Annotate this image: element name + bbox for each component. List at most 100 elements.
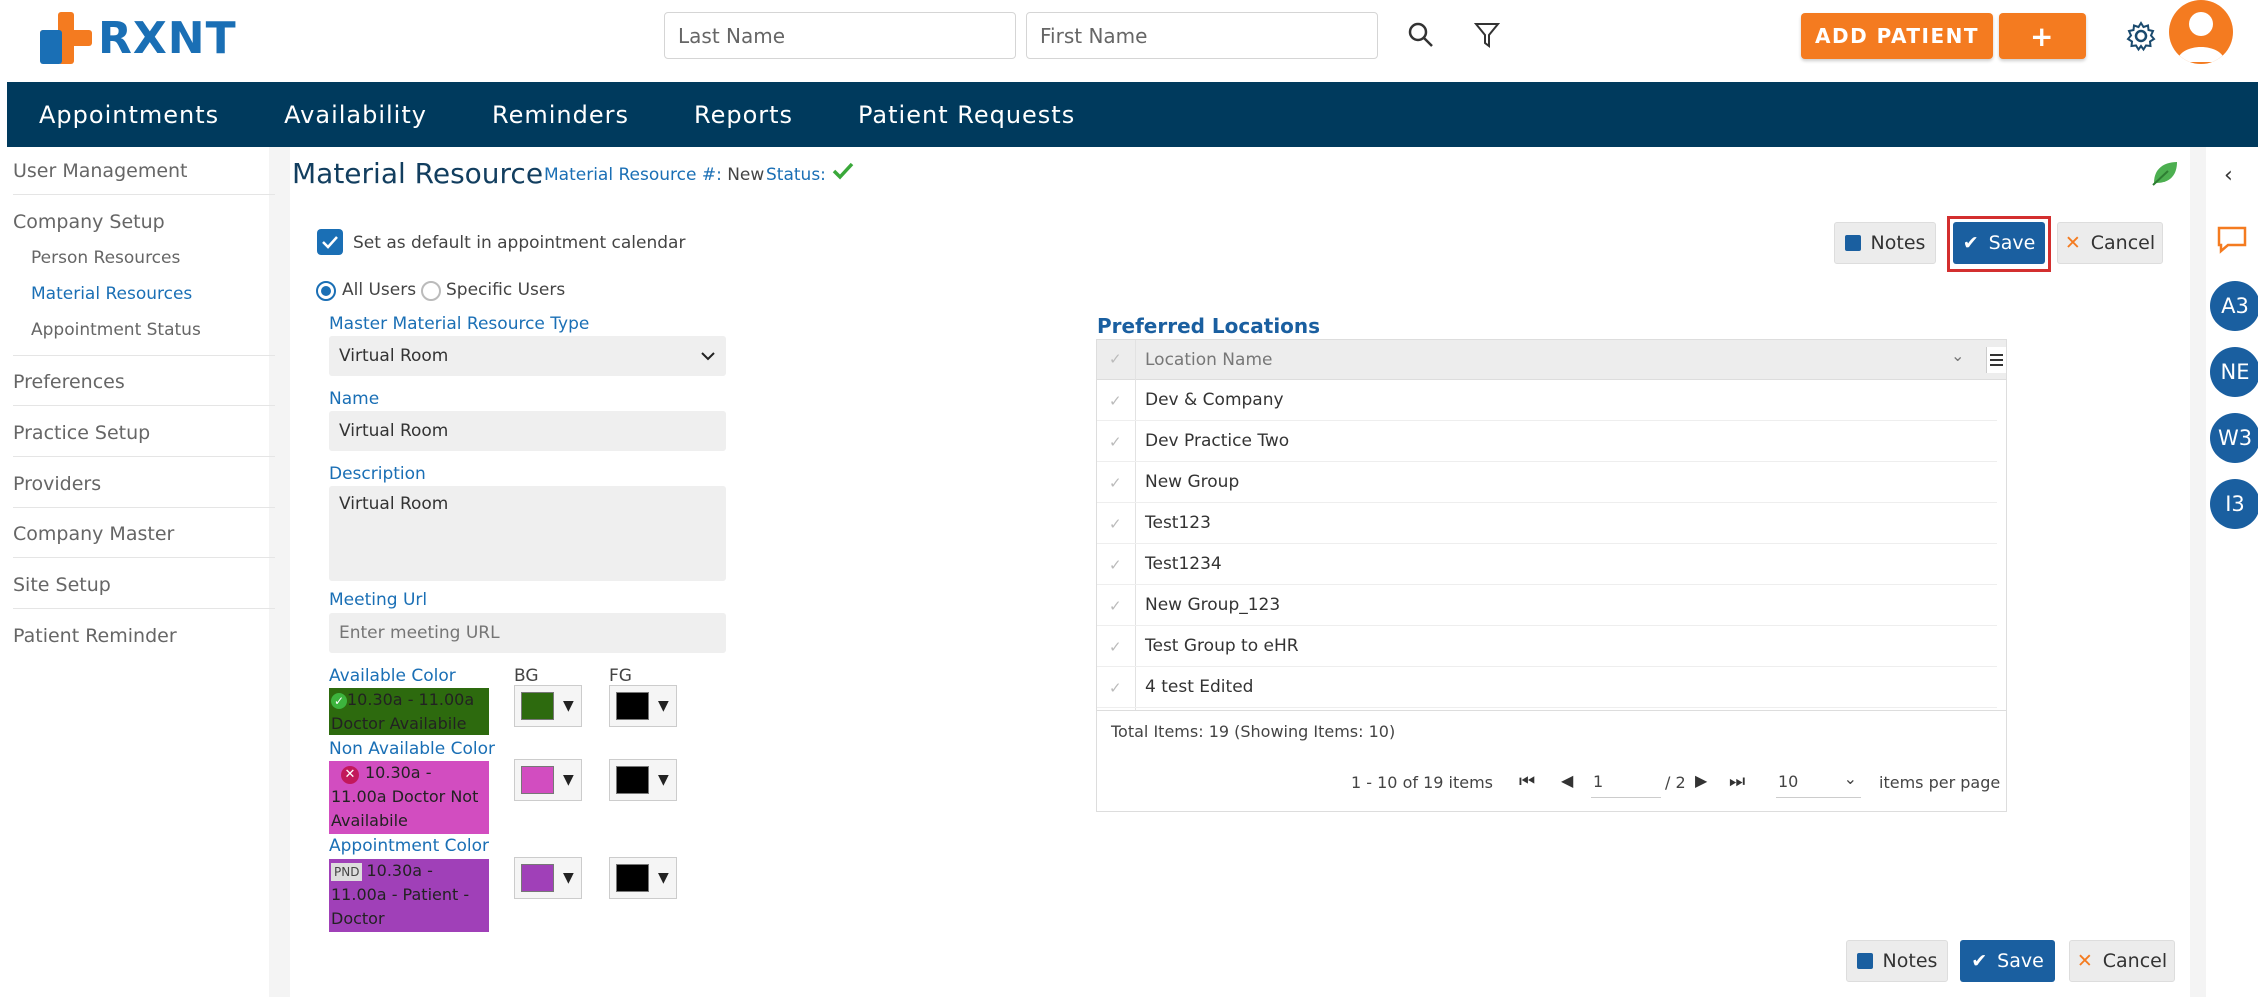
location-row[interactable]: ✓ Dev Practice Two xyxy=(1097,421,1997,462)
nav-reminders[interactable]: Reminders xyxy=(492,101,629,129)
available-color-preview: ✓ 10.30a - 11.00a Doctor Availabile xyxy=(329,688,489,735)
preferred-locations-title: Preferred Locations xyxy=(1097,314,1321,338)
rxnt-logo[interactable]: RXNT xyxy=(40,8,237,68)
chevron-down-icon: ⌄ xyxy=(1843,769,1857,788)
column-location-name[interactable]: Location Name xyxy=(1145,350,1272,370)
add-patient-button[interactable]: ADD PATIENT xyxy=(1801,13,1993,59)
quick-badge-ne[interactable]: NE xyxy=(2210,347,2258,397)
location-row[interactable]: ✓ Test123 xyxy=(1097,503,1997,544)
type-select[interactable]: Virtual Room xyxy=(329,336,726,376)
right-rail: ‹ A3 NE W3 I3 xyxy=(2206,147,2258,997)
description-label: Description xyxy=(329,464,426,484)
location-row[interactable]: ✓ New Group_123 xyxy=(1097,585,1997,626)
notes-button-bottom[interactable]: Notes xyxy=(1846,940,1948,982)
search-icon[interactable] xyxy=(1404,18,1438,52)
next-page-icon[interactable]: ▶ xyxy=(1695,771,1707,790)
top-header: RXNT ADD PATIENT + xyxy=(0,0,2258,82)
appointment-bg-picker[interactable]: ▼ xyxy=(514,857,582,899)
name-input[interactable]: Virtual Room xyxy=(329,411,726,451)
page-input[interactable]: 1 xyxy=(1591,764,1661,798)
sidebar-preferences[interactable]: Preferences xyxy=(13,371,125,393)
user-avatar-icon[interactable] xyxy=(2169,0,2233,64)
logo-text: RXNT xyxy=(98,12,237,64)
location-row[interactable]: ✓ 4 test Edited xyxy=(1097,667,1997,708)
sidebar-company-master[interactable]: Company Master xyxy=(13,523,174,545)
check-icon: ✔ xyxy=(1962,232,1979,254)
sidebar-practice-setup[interactable]: Practice Setup xyxy=(13,422,150,444)
leaf-icon xyxy=(2150,159,2180,191)
check-icon: ✔ xyxy=(1971,950,1988,972)
notes-button-top[interactable]: Notes xyxy=(1834,222,1936,264)
nav-reports[interactable]: Reports xyxy=(694,101,793,129)
available-bg-picker[interactable]: ▼ xyxy=(514,685,582,727)
specific-users-radio[interactable] xyxy=(421,281,441,301)
save-button-top[interactable]: ✔ Save xyxy=(1953,222,2045,264)
sidebar-providers[interactable]: Providers xyxy=(13,473,101,495)
close-icon: ✕ xyxy=(2064,232,2081,254)
cancel-button-top[interactable]: ✕ Cancel xyxy=(2057,222,2163,264)
column-menu-icon[interactable] xyxy=(1986,347,2006,373)
sidebar-material-resources[interactable]: Material Resources xyxy=(31,284,192,304)
close-icon: ✕ xyxy=(2076,950,2093,972)
last-name-input[interactable] xyxy=(664,12,1016,59)
row-check-icon[interactable]: ✓ xyxy=(1109,515,1122,533)
last-page-icon[interactable]: ⏭ xyxy=(1729,771,1745,792)
available-color-label: Available Color xyxy=(329,666,456,686)
select-all-check-icon[interactable]: ✓ xyxy=(1109,350,1122,368)
appointment-fg-picker[interactable]: ▼ xyxy=(609,857,677,899)
nav-availability[interactable]: Availability xyxy=(284,101,427,129)
gear-icon[interactable] xyxy=(2122,17,2160,55)
row-check-icon[interactable]: ✓ xyxy=(1109,556,1122,574)
non-available-color-label: Non Available Color xyxy=(329,739,496,759)
row-check-icon[interactable]: ✓ xyxy=(1109,638,1122,656)
filter-icon[interactable] xyxy=(1470,18,1504,52)
row-check-icon[interactable]: ✓ xyxy=(1109,392,1122,410)
resource-number: Material Resource #: New xyxy=(544,165,765,185)
location-row[interactable]: ✓ Dev & Company xyxy=(1097,380,1997,421)
sidebar-person-resources[interactable]: Person Resources xyxy=(31,248,180,268)
per-page-select[interactable]: 10 ⌄ xyxy=(1776,764,1861,798)
description-textarea[interactable]: Virtual Room xyxy=(329,486,726,581)
row-check-icon[interactable]: ✓ xyxy=(1109,474,1122,492)
quick-badge-a3[interactable]: A3 xyxy=(2210,281,2258,331)
prev-page-icon[interactable]: ◀ xyxy=(1561,771,1573,790)
location-row[interactable]: ✓ Test Group to eHR xyxy=(1097,626,1997,667)
sidebar-appointment-status[interactable]: Appointment Status xyxy=(31,320,201,340)
column-sort-chevron-icon[interactable]: ⌄ xyxy=(1951,346,1964,365)
items-range-text: 1 - 10 of 19 items xyxy=(1351,773,1494,792)
nav-patient-requests[interactable]: Patient Requests xyxy=(858,101,1075,129)
note-icon xyxy=(1856,953,1873,969)
default-calendar-checkbox[interactable] xyxy=(317,229,343,255)
meeting-url-input[interactable] xyxy=(329,613,726,653)
chat-icon[interactable] xyxy=(2216,225,2248,259)
sidebar-patient-reminder[interactable]: Patient Reminder xyxy=(13,625,177,647)
sidebar-user-management[interactable]: User Management xyxy=(13,160,188,182)
nav-appointments[interactable]: Appointments xyxy=(39,101,219,129)
all-users-radio[interactable] xyxy=(316,281,336,301)
cancel-button-bottom[interactable]: ✕ Cancel xyxy=(2069,940,2175,982)
row-check-icon[interactable]: ✓ xyxy=(1109,679,1122,697)
available-fg-picker[interactable]: ▼ xyxy=(609,685,677,727)
quick-badge-w3[interactable]: W3 xyxy=(2210,413,2258,463)
sidebar-site-setup[interactable]: Site Setup xyxy=(13,574,111,596)
dropdown-arrow-icon: ▼ xyxy=(658,698,669,714)
status-label: Status: xyxy=(766,165,826,185)
quick-badge-i3[interactable]: I3 xyxy=(2210,479,2258,529)
non-available-bg-picker[interactable]: ▼ xyxy=(514,759,582,801)
sidebar-company-setup[interactable]: Company Setup xyxy=(13,211,165,233)
total-items-text: Total Items: 19 (Showing Items: 10) xyxy=(1111,722,1396,741)
location-row[interactable]: ✓ Test1234 xyxy=(1097,544,1997,585)
add-plus-button[interactable]: + xyxy=(1999,13,2086,59)
specific-users-label: Specific Users xyxy=(446,280,566,300)
save-button-bottom[interactable]: ✔ Save xyxy=(1960,940,2055,982)
non-available-fg-picker[interactable]: ▼ xyxy=(609,759,677,801)
dropdown-arrow-icon: ▼ xyxy=(563,698,574,714)
row-check-icon[interactable]: ✓ xyxy=(1109,597,1122,615)
first-name-input[interactable] xyxy=(1026,12,1378,59)
first-page-icon[interactable]: ⏮ xyxy=(1519,771,1535,792)
location-row[interactable]: ✓ New Group xyxy=(1097,462,1997,503)
row-check-icon[interactable]: ✓ xyxy=(1109,433,1122,451)
default-calendar-label: Set as default in appointment calendar xyxy=(353,233,686,253)
collapse-chevron-icon[interactable]: ‹ xyxy=(2224,163,2233,188)
bg-label: BG xyxy=(514,666,539,686)
